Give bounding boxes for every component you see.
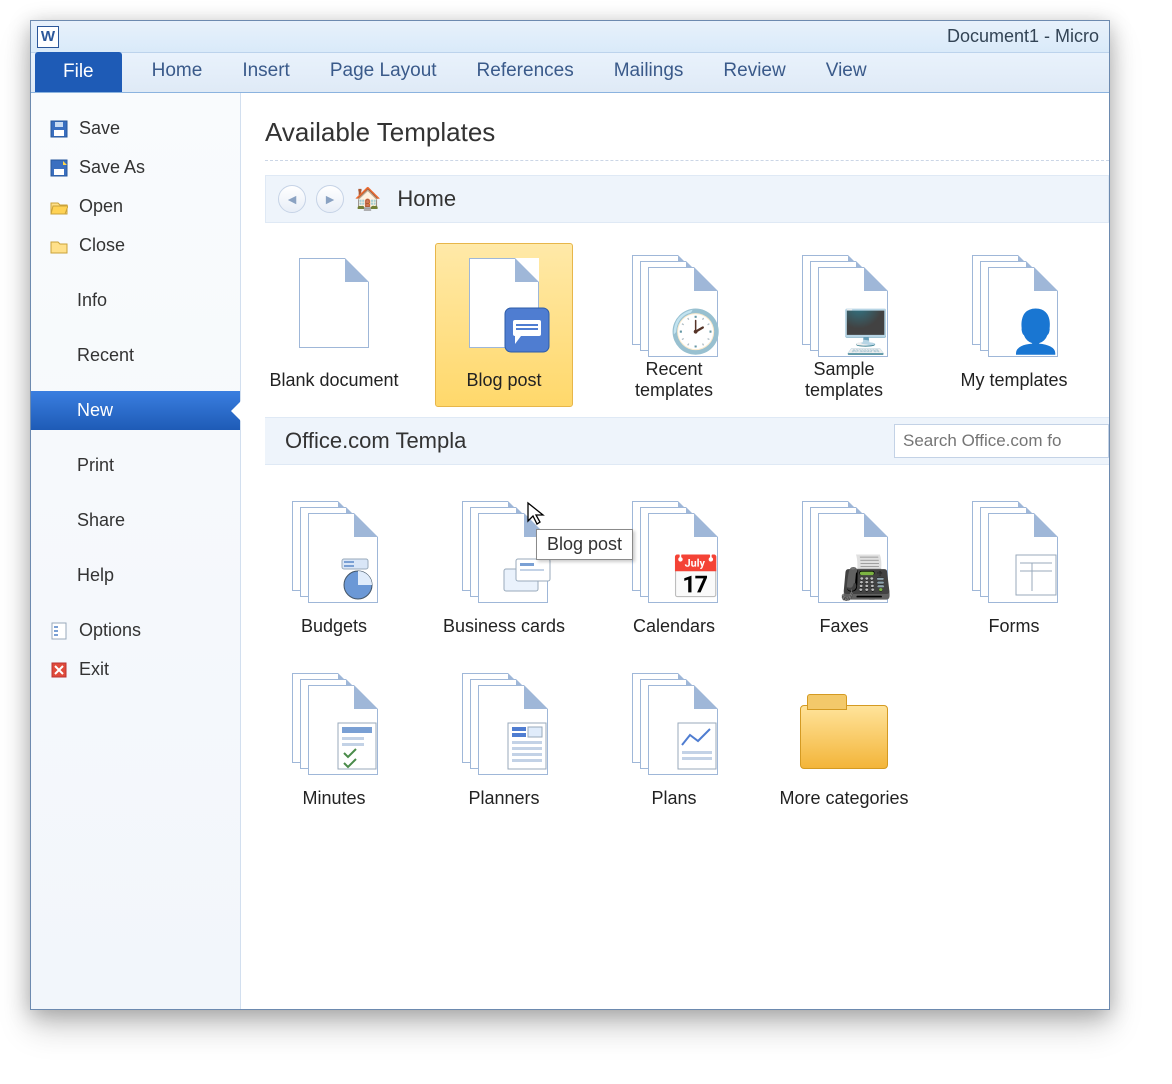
options-icon	[49, 621, 69, 641]
tab-review[interactable]: Review	[703, 52, 805, 92]
nav-back-button[interactable]: ◄	[278, 185, 306, 213]
template-label: More categories	[779, 776, 908, 820]
save-icon	[49, 119, 69, 139]
page-title: Available Templates	[265, 117, 1109, 148]
template-recent-templates[interactable]: 🕑 Recent templates	[605, 243, 743, 407]
home-icon: 🏠	[354, 186, 381, 212]
sidebar-item-label: Info	[77, 290, 107, 311]
mouse-cursor-icon	[526, 501, 548, 527]
office-section-header: Office.com Templa	[265, 417, 1109, 465]
minutes-icon	[279, 666, 389, 776]
ribbon-tabs: File Home Insert Page Layout References …	[31, 53, 1109, 93]
search-office-input[interactable]	[894, 424, 1109, 458]
sidebar-item-label: Recent	[77, 345, 134, 366]
my-templates-icon: 👤	[959, 248, 1069, 358]
tab-page-layout[interactable]: Page Layout	[310, 52, 457, 92]
tab-insert[interactable]: Insert	[222, 52, 310, 92]
folder-icon	[789, 666, 899, 776]
blog-post-icon	[449, 248, 559, 358]
titlebar: W Document1 - Micro	[31, 21, 1109, 53]
template-label: Plans	[651, 776, 696, 820]
nav-forward-button[interactable]: ►	[316, 185, 344, 213]
sidebar-item-save-as[interactable]: Save As	[31, 148, 240, 187]
template-my-templates[interactable]: 👤 My templates	[945, 243, 1083, 407]
sidebar-item-share[interactable]: Share	[31, 501, 240, 540]
template-label: Blank document	[269, 358, 398, 402]
blank-doc-icon	[279, 248, 389, 358]
sidebar-item-label: Open	[79, 196, 123, 217]
template-label: Calendars	[633, 604, 715, 648]
plans-icon	[619, 666, 729, 776]
template-label: Faxes	[819, 604, 868, 648]
template-label: My templates	[960, 358, 1067, 402]
exit-icon	[49, 660, 69, 680]
forms-icon	[959, 494, 1069, 604]
sidebar-item-label: Save	[79, 118, 120, 139]
sidebar-item-options[interactable]: Options	[31, 611, 240, 650]
saveas-icon	[49, 158, 69, 178]
sidebar-item-label: Print	[77, 455, 114, 476]
tab-view[interactable]: View	[806, 52, 887, 92]
tab-file[interactable]: File	[35, 52, 122, 92]
template-label: Budgets	[301, 604, 367, 648]
breadcrumb-bar: ◄ ► 🏠 Home	[265, 175, 1109, 223]
template-blog-post[interactable]: Blog post	[435, 243, 573, 407]
template-plans[interactable]: Plans	[605, 661, 743, 825]
template-minutes[interactable]: Minutes	[265, 661, 403, 825]
sidebar-item-save[interactable]: Save	[31, 109, 240, 148]
sidebar-item-close[interactable]: Close	[31, 226, 240, 265]
sidebar-item-exit[interactable]: Exit	[31, 650, 240, 689]
word-window: W Document1 - Micro File Home Insert Pag…	[30, 20, 1110, 1010]
sidebar-item-label: New	[77, 400, 113, 421]
backstage-content: Available Templates ◄ ► 🏠 Home Blank doc…	[241, 93, 1109, 1009]
recent-templates-icon: 🕑	[619, 248, 729, 358]
section-title: Office.com Templa	[285, 428, 466, 454]
sidebar-item-new[interactable]: New	[31, 391, 240, 430]
template-label: Business cards	[443, 604, 565, 648]
sidebar-item-open[interactable]: Open	[31, 187, 240, 226]
template-label: Planners	[468, 776, 539, 820]
template-forms[interactable]: Forms	[945, 489, 1083, 653]
template-label: Blog post	[466, 358, 541, 402]
sidebar-item-label: Exit	[79, 659, 109, 680]
tooltip: Blog post	[536, 529, 633, 560]
sidebar-item-help[interactable]: Help	[31, 556, 240, 595]
sidebar-item-print[interactable]: Print	[31, 446, 240, 485]
sidebar-item-label: Share	[77, 510, 125, 531]
template-label: Sample templates	[776, 358, 912, 402]
template-more-categories[interactable]: More categories	[775, 661, 913, 825]
office-templates-grid: Budgets Business cards 📅 Calendars 📠 Fax…	[265, 465, 1109, 835]
template-sample-templates[interactable]: 🖥️ Sample templates	[775, 243, 913, 407]
planners-icon	[449, 666, 559, 776]
calendars-icon: 📅	[619, 494, 729, 604]
breadcrumb-home[interactable]: Home	[397, 186, 456, 212]
sample-templates-icon: 🖥️	[789, 248, 899, 358]
open-icon	[49, 197, 69, 217]
template-label: Minutes	[302, 776, 365, 820]
template-business-cards[interactable]: Business cards	[435, 489, 573, 653]
tab-mailings[interactable]: Mailings	[594, 52, 704, 92]
close-folder-icon	[49, 236, 69, 256]
sidebar-item-label: Close	[79, 235, 125, 256]
sidebar-item-label: Save As	[79, 157, 145, 178]
tab-references[interactable]: References	[457, 52, 594, 92]
sidebar-item-label: Help	[77, 565, 114, 586]
template-faxes[interactable]: 📠 Faxes	[775, 489, 913, 653]
template-label: Forms	[989, 604, 1040, 648]
template-budgets[interactable]: Budgets	[265, 489, 403, 653]
template-calendars[interactable]: 📅 Calendars	[605, 489, 743, 653]
backstage-sidebar: Save Save As Open Close In	[31, 93, 241, 1009]
template-label: Recent templates	[606, 358, 742, 402]
template-blank-document[interactable]: Blank document	[265, 243, 403, 407]
budgets-icon	[279, 494, 389, 604]
word-app-icon: W	[37, 26, 59, 48]
template-planners[interactable]: Planners	[435, 661, 573, 825]
sidebar-item-recent[interactable]: Recent	[31, 336, 240, 375]
sidebar-item-label: Options	[79, 620, 141, 641]
templates-grid: Blank document Blog post 🕑 Recent templa…	[265, 223, 1109, 417]
window-title: Document1 - Micro	[947, 26, 1103, 47]
faxes-icon: 📠	[789, 494, 899, 604]
tab-home[interactable]: Home	[132, 52, 223, 92]
sidebar-item-info[interactable]: Info	[31, 281, 240, 320]
